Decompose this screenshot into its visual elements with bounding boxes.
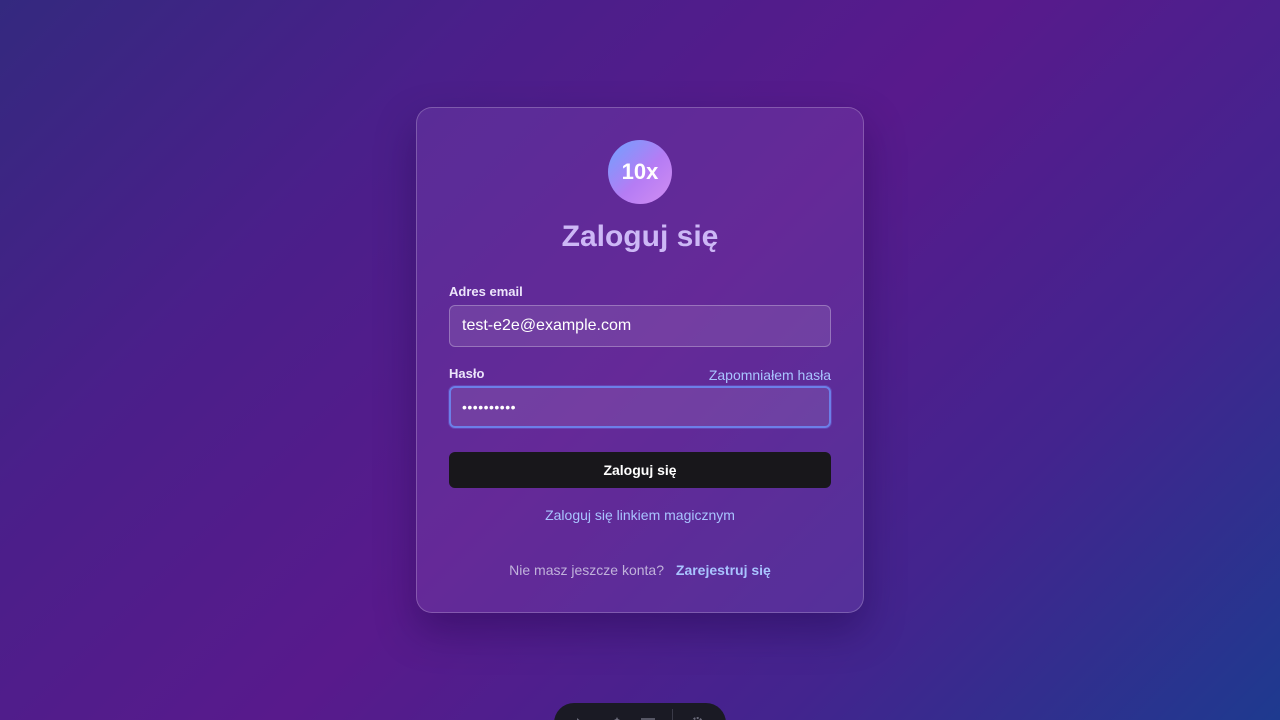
menu-icon[interactable] bbox=[634, 709, 662, 720]
forgot-password-link[interactable]: Zapomniałem hasła bbox=[709, 367, 831, 383]
settings-icon[interactable] bbox=[683, 709, 711, 720]
password-label: Hasło bbox=[449, 366, 485, 381]
inspect-icon[interactable] bbox=[566, 709, 594, 720]
email-value: test-e2e@example.com bbox=[462, 317, 632, 334]
page-title: Zaloguj się bbox=[561, 220, 719, 253]
email-field[interactable]: test-e2e@example.com bbox=[449, 305, 831, 347]
magic-icon[interactable] bbox=[600, 709, 628, 720]
dev-toolbar bbox=[554, 703, 726, 720]
signup-link[interactable]: Zarejestruj się bbox=[676, 562, 771, 578]
login-button[interactable]: Zaloguj się bbox=[449, 452, 831, 488]
password-field[interactable]: •••••••••• bbox=[449, 386, 831, 428]
no-account-text: Nie masz jeszcze konta? bbox=[509, 562, 664, 578]
signup-prompt: Nie masz jeszcze konta? Zarejestruj się bbox=[417, 562, 863, 578]
magic-link-login[interactable]: Zaloguj się linkiem magicznym bbox=[417, 507, 863, 523]
app-logo: 10x bbox=[608, 140, 672, 204]
password-value: •••••••••• bbox=[462, 399, 517, 415]
login-card: 10x Zaloguj się Adres email test-e2e@exa… bbox=[416, 107, 864, 613]
email-label: Adres email bbox=[449, 284, 523, 299]
toolbar-divider bbox=[672, 709, 673, 720]
